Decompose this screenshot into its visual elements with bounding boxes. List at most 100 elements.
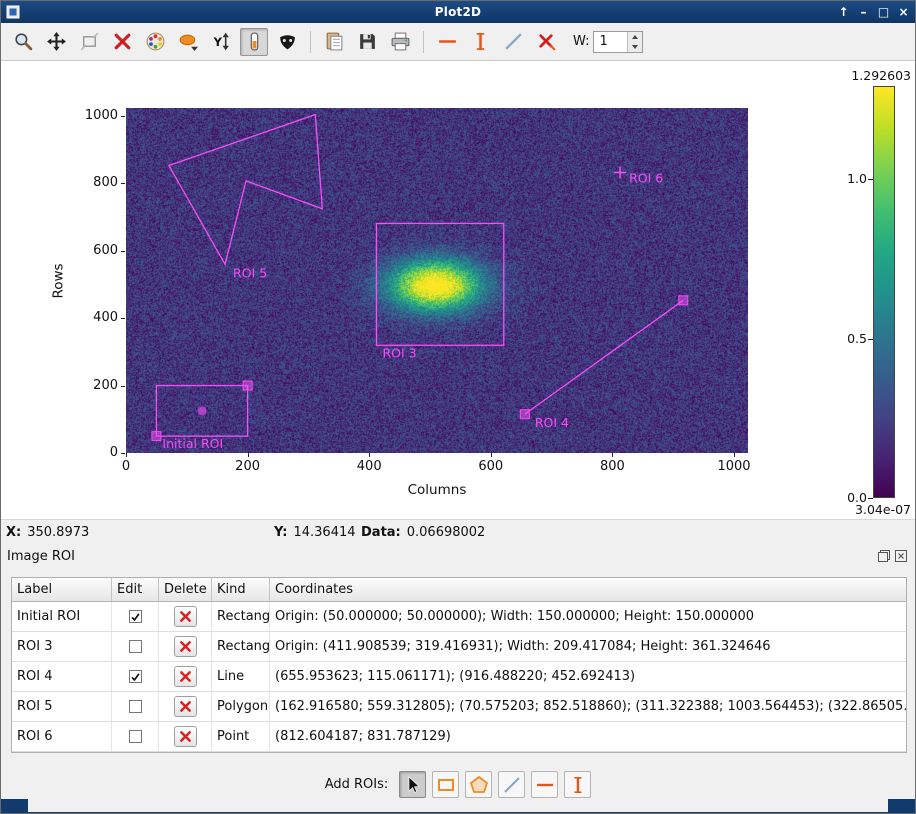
print-button[interactable]: [386, 28, 414, 56]
horizontal-line-icon: [437, 31, 458, 52]
column-header: Delete: [159, 578, 212, 602]
roi-shape[interactable]: [376, 223, 503, 345]
reset-zoom-button[interactable]: [75, 28, 103, 56]
colorbar-tick-label: 1.0: [819, 171, 867, 186]
roi-kind-cell: Rectangle: [212, 632, 270, 662]
add-roi-hline-button[interactable]: [531, 771, 558, 798]
edit-checkbox[interactable]: [129, 670, 142, 683]
mask-tool-button[interactable]: [273, 28, 301, 56]
shade-button[interactable]: ↑: [837, 5, 850, 19]
delete-cell: [159, 662, 212, 692]
profile-width-value[interactable]: 1: [599, 34, 607, 49]
dock-float-button[interactable]: [877, 549, 891, 563]
roi-coordinates-cell: Origin: (411.908539; 319.416931); Width:…: [270, 632, 906, 662]
toolbar-separator: [423, 31, 424, 53]
dock-close-button[interactable]: [894, 549, 908, 563]
x-tickmark: [491, 453, 492, 457]
titlebar[interactable]: Plot2D ↑ – □ ×: [1, 1, 915, 23]
maximize-button[interactable]: □: [877, 5, 890, 19]
plot2d-window: Plot2D ↑ – □ × Y W: 1 Initial ROIROI 3RO…: [0, 0, 916, 814]
palette-icon: [145, 31, 166, 52]
column-header: Coordinates: [270, 578, 906, 602]
profile-width-spinbox[interactable]: 1: [593, 31, 643, 53]
x-tickmark: [612, 453, 613, 457]
add-roi-line-button[interactable]: [498, 771, 525, 798]
roi-label-cell[interactable]: Initial ROI: [12, 602, 112, 632]
minimize-button[interactable]: –: [857, 5, 870, 19]
colorbar-tickmark: [868, 339, 873, 340]
y-label: Y:: [274, 525, 287, 540]
cursor-y-readout: Y:14.36414: [274, 525, 356, 540]
spin-up-button[interactable]: [628, 32, 642, 42]
roi-handle[interactable]: [243, 381, 252, 390]
clipboard-icon: [324, 31, 345, 52]
table-row: Initial ROIRectangleOrigin: (50.000000; …: [12, 602, 906, 632]
x-tick-label: 0: [103, 459, 149, 474]
delete-roi-button[interactable]: [174, 636, 197, 657]
roi-label-cell[interactable]: ROI 5: [12, 692, 112, 722]
x-tickmark: [369, 453, 370, 457]
roi-label-cell[interactable]: ROI 6: [12, 722, 112, 752]
horizontal-profile-button[interactable]: [433, 28, 461, 56]
edit-checkbox[interactable]: [129, 700, 142, 713]
roi-overlay[interactable]: Initial ROIROI 3ROI 4ROI 5ROI 6: [126, 108, 748, 453]
x-tickmark: [248, 453, 249, 457]
svg-text:Y: Y: [212, 35, 222, 49]
roi-center-handle[interactable]: [198, 406, 207, 415]
pan-mode-button[interactable]: [42, 28, 70, 56]
roi-label: ROI 5: [233, 265, 267, 280]
cursor-icon: [403, 775, 423, 795]
add-roi-rectangle-button[interactable]: [432, 771, 459, 798]
clear-plot-button[interactable]: [108, 28, 136, 56]
table-header-row: LabelEditDeleteKindCoordinates: [12, 578, 906, 602]
red-x-icon: [178, 639, 193, 654]
edit-checkbox[interactable]: [129, 610, 142, 623]
copy-snapshot-button[interactable]: [320, 28, 348, 56]
colormap-button[interactable]: [141, 28, 169, 56]
position-info-bar: X:350.8973 Y:14.36414 Data:0.06698002: [1, 519, 915, 543]
add-roi-pointer-button[interactable]: [399, 771, 426, 798]
shape-tool-button[interactable]: [174, 28, 202, 56]
roi-handle[interactable]: [152, 432, 161, 441]
profile-width-label: W:: [573, 34, 589, 49]
pan-arrows-icon: [46, 31, 67, 52]
y-axis-label: Rows: [51, 263, 67, 298]
roi-shape[interactable]: [525, 300, 683, 414]
delete-roi-button[interactable]: [174, 726, 197, 747]
delete-roi-button[interactable]: [174, 666, 197, 687]
roi-handle[interactable]: [679, 296, 688, 305]
colorbar-toggle-button[interactable]: [240, 28, 268, 56]
roi-label-cell[interactable]: ROI 3: [12, 632, 112, 662]
colorbar-max-value: 1.292603: [851, 68, 911, 83]
delete-roi-button[interactable]: [174, 696, 197, 717]
edit-cell: [112, 632, 159, 662]
y-tick-label: 0: [61, 445, 118, 460]
red-x-icon: [178, 699, 193, 714]
rectangle-icon: [436, 775, 456, 795]
edit-checkbox[interactable]: [129, 730, 142, 743]
toolbar-separator: [310, 31, 311, 53]
roi-handle[interactable]: [520, 410, 529, 419]
roi-label: Initial ROI: [162, 436, 223, 451]
zoom-mode-button[interactable]: [9, 28, 37, 56]
red-x-icon: [178, 609, 193, 624]
delete-roi-button[interactable]: [174, 606, 197, 627]
cursor-data-readout: Data:0.06698002: [361, 525, 485, 540]
spin-down-button[interactable]: [628, 42, 642, 52]
save-button[interactable]: [353, 28, 381, 56]
roi-label-cell[interactable]: ROI 4: [12, 662, 112, 692]
y-tick-label: 800: [61, 175, 118, 190]
clear-profile-button[interactable]: [532, 28, 560, 56]
vertical-profile-button[interactable]: [466, 28, 494, 56]
close-button[interactable]: ×: [897, 5, 910, 19]
x-tickmark: [734, 453, 735, 457]
roi-shape[interactable]: [169, 115, 322, 265]
add-roi-polygon-button[interactable]: [465, 771, 492, 798]
line-profile-button[interactable]: [499, 28, 527, 56]
roi-coordinates-cell: (655.953623; 115.061171); (916.488220; 4…: [270, 662, 906, 692]
add-roi-vline-button[interactable]: [564, 771, 591, 798]
y-axis-orientation-button[interactable]: Y: [207, 28, 235, 56]
colorbar-gradient[interactable]: [873, 86, 895, 498]
vertical-line-icon: [470, 31, 491, 52]
edit-checkbox[interactable]: [129, 640, 142, 653]
